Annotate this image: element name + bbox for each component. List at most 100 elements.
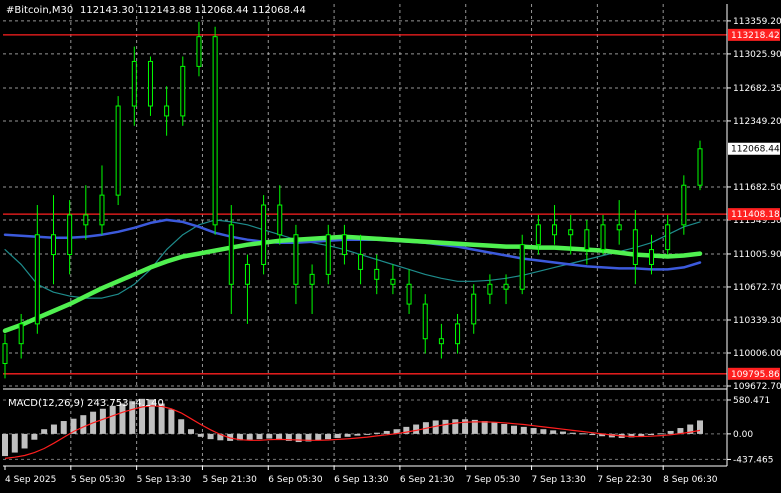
x-tick-label: 6 Sep 21:30 xyxy=(400,475,455,485)
macd-y-tick-label: -437.465 xyxy=(733,455,773,465)
macd-histogram-bar xyxy=(2,433,8,457)
macd-histogram-bar xyxy=(41,429,48,434)
price-label: 109795.86 xyxy=(731,370,780,380)
macd-histogram-bar xyxy=(481,421,488,434)
macd-histogram-bar xyxy=(589,433,596,436)
macd-y-tick-label: 580.471 xyxy=(733,396,770,406)
candle-body xyxy=(487,283,493,295)
candle-body xyxy=(67,214,73,256)
x-tick-label: 8 Sep 06:30 xyxy=(663,475,718,485)
macd-histogram-bar xyxy=(99,408,106,434)
macd-histogram-bar xyxy=(657,433,664,435)
candle-body xyxy=(325,234,331,275)
macd-histogram-bar xyxy=(520,426,527,434)
price-label: 111408.18 xyxy=(731,210,780,220)
ohlc-readout: 112143.30 112143.88 112068.44 112068.44 xyxy=(80,5,306,16)
candle-body xyxy=(147,60,153,107)
candle-body xyxy=(34,234,40,325)
candle-body xyxy=(341,234,347,256)
y-tick-label: 111005.90 xyxy=(733,250,781,260)
x-tick-label: 5 Sep 05:30 xyxy=(71,475,126,485)
macd-histogram-bar xyxy=(511,425,518,434)
candle-body xyxy=(697,148,703,186)
candle-body xyxy=(616,224,622,231)
trading-chart[interactable]: 4 Sep 2025 5 Sep 05:30 5 Sep 13:30 5 Sep 21… xyxy=(0,0,781,489)
candle-body xyxy=(519,244,525,290)
y-tick-label: 113025.90 xyxy=(733,50,781,60)
y-tick-label: 112349.20 xyxy=(733,117,781,127)
candle-body xyxy=(50,234,56,256)
x-tick-label: 5 Sep 21:30 xyxy=(202,475,257,485)
ma-slow-line xyxy=(2,234,703,334)
macd-histogram-bar xyxy=(256,433,263,440)
y-tick-label: 109672.70 xyxy=(733,382,781,392)
candle-body xyxy=(471,293,477,325)
y-tick-label: 111682.50 xyxy=(733,183,781,193)
candle-body xyxy=(83,214,89,226)
x-tick-label: 4 Sep 2025 xyxy=(5,475,56,485)
candle-body xyxy=(455,323,461,345)
macd-histogram-bar xyxy=(354,433,361,436)
macd-histogram-bar xyxy=(579,433,586,435)
candle-body xyxy=(390,278,396,285)
candle-body xyxy=(196,36,202,67)
macd-signal-line xyxy=(4,405,701,459)
candle-body xyxy=(309,273,315,285)
macd-histogram-bar xyxy=(344,433,351,437)
candle-body xyxy=(649,249,655,265)
macd-histogram-bar xyxy=(452,419,459,434)
candle-body xyxy=(277,204,283,236)
x-tick-label: 5 Sep 13:30 xyxy=(137,475,192,485)
macd-histogram-bar xyxy=(501,423,508,434)
macd-histogram-bar xyxy=(178,419,185,434)
macd-histogram-bar xyxy=(197,433,204,437)
candle-body xyxy=(261,204,267,265)
macd-histogram-bar xyxy=(569,432,576,434)
macd-histogram-bar xyxy=(80,415,87,434)
candle-body xyxy=(164,105,170,117)
candle-body xyxy=(244,263,250,285)
macd-histogram-bar xyxy=(697,420,703,434)
x-tick-label: 7 Sep 22:30 xyxy=(597,475,652,485)
macd-histogram-bar xyxy=(383,430,390,434)
candle-body xyxy=(422,303,428,340)
macd-histogram-bar xyxy=(168,409,175,434)
macd-histogram-bar xyxy=(315,433,322,441)
candle-body xyxy=(600,224,606,251)
x-tick-label: 7 Sep 13:30 xyxy=(532,475,587,485)
candle-body xyxy=(212,36,218,226)
macd-histogram-bar xyxy=(266,433,273,439)
x-tick-label: 6 Sep 13:30 xyxy=(334,475,389,485)
candle-body xyxy=(228,224,234,285)
macd-histogram-bar xyxy=(11,433,18,453)
macd-histogram-bar xyxy=(50,424,57,434)
macd-histogram-bar xyxy=(21,433,28,449)
y-tick-label: 110006.00 xyxy=(733,349,781,359)
candle-body xyxy=(2,343,8,364)
macd-histogram-bar xyxy=(31,433,38,440)
macd-histogram-bar xyxy=(207,433,214,440)
macd-histogram-bar xyxy=(530,428,537,434)
price-label: 112068.44 xyxy=(731,145,780,155)
candle-body xyxy=(584,229,590,251)
candle-body xyxy=(438,338,444,345)
macd-histogram-bar xyxy=(373,432,380,434)
y-tick-label: 110339.30 xyxy=(733,316,781,326)
candle-body xyxy=(180,65,186,117)
chart-canvas[interactable]: 4 Sep 2025 5 Sep 05:30 5 Sep 13:30 5 Sep 21… xyxy=(0,0,781,489)
y-tick-label: 113359.20 xyxy=(733,17,781,27)
candle-body xyxy=(406,283,412,305)
macd-y-tick-label: 0.00 xyxy=(733,430,753,440)
ma-mid-line xyxy=(3,218,702,271)
macd-histogram-bar xyxy=(442,419,449,434)
candle-body xyxy=(535,224,541,246)
macd-histogram-bar xyxy=(246,433,253,440)
macd-histogram-bar xyxy=(364,433,371,435)
candle-body xyxy=(131,60,137,107)
candle-body xyxy=(552,224,558,236)
candle-body xyxy=(374,268,380,280)
macd-histogram-bar xyxy=(667,430,674,434)
macd-histogram-bar xyxy=(60,421,67,434)
macd-histogram-bar xyxy=(462,419,469,434)
price-label: 113218.42 xyxy=(731,31,780,41)
